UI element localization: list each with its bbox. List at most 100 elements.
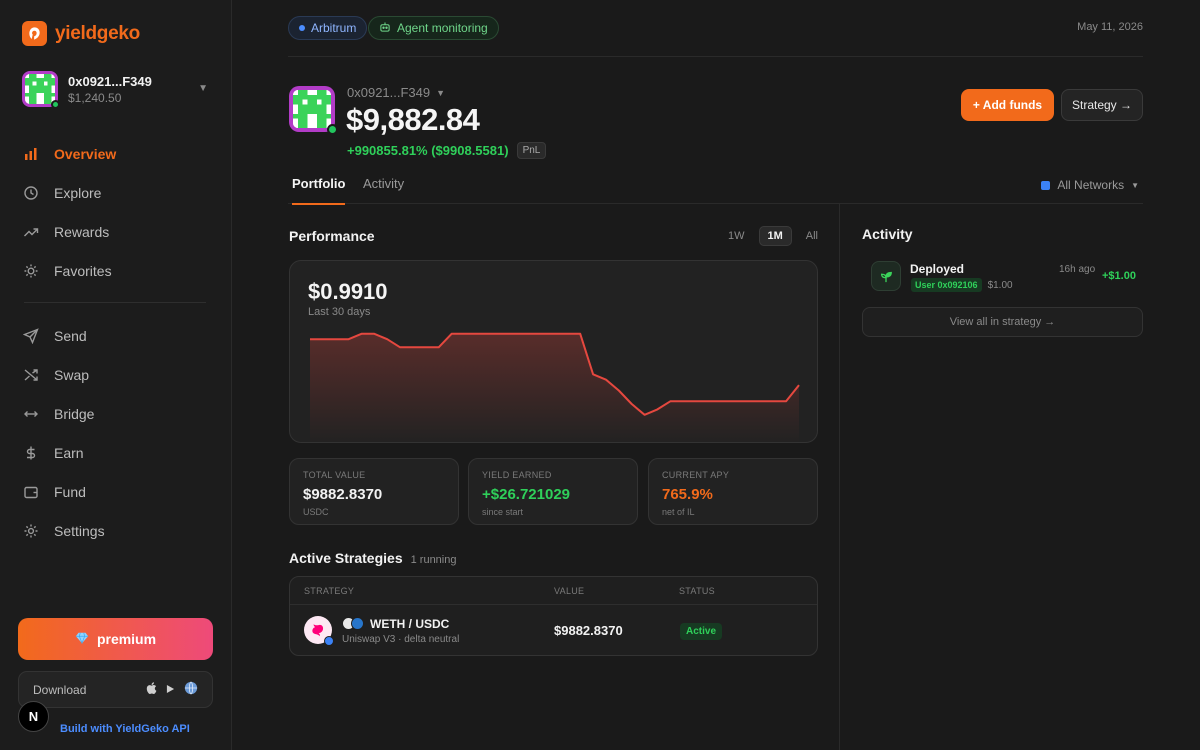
activity-title: Activity xyxy=(862,226,913,242)
chart-point xyxy=(590,371,596,377)
wallet-icon xyxy=(22,483,40,501)
premium-label: premium xyxy=(96,631,157,647)
nav-item-send[interactable]: Send xyxy=(22,316,212,355)
performance-chart: $0.9910 Last 30 days xyxy=(289,260,818,443)
brand-name: yieldgeko xyxy=(55,22,140,44)
dollar-icon xyxy=(22,444,40,462)
chart-point xyxy=(757,398,763,404)
token-pair-icons xyxy=(342,617,364,630)
arbitrum-badge-icon xyxy=(324,636,334,646)
nav-item-bridge[interactable]: Bridge xyxy=(22,394,212,433)
nav-item-explore[interactable]: Explore xyxy=(22,173,212,212)
activity-amount: +$1.00 xyxy=(1102,270,1136,282)
chart-point xyxy=(706,398,712,404)
settings-icon xyxy=(22,522,40,540)
table-row[interactable]: WETH / USDC Uniswap V3 · delta neutral $… xyxy=(290,605,817,655)
network-label: Arbitrum xyxy=(311,21,357,35)
nav-item-rewards[interactable]: Rewards xyxy=(22,212,212,251)
tab-portfolio[interactable]: Portfolio xyxy=(292,176,346,205)
network-pill[interactable]: Arbitrum xyxy=(288,16,368,40)
gecko-logo-icon xyxy=(22,21,47,46)
strategies-table: STRATEGY VALUE STATUS WETH / USDC Uniswa… xyxy=(289,576,818,656)
download-panel[interactable]: Download xyxy=(18,671,213,708)
chart-point xyxy=(770,398,776,404)
nav-label: Send xyxy=(54,327,87,344)
chart-point xyxy=(513,331,519,337)
play-store-icon[interactable] xyxy=(166,683,175,697)
chart-point xyxy=(436,344,442,350)
next-badge[interactable]: N xyxy=(18,701,49,732)
range-selector: 1W 1M All xyxy=(720,226,826,246)
chart-point xyxy=(667,398,673,404)
nav-item-favorites[interactable]: Favorites xyxy=(22,251,212,290)
sidebar: yieldgeko 0x0921...F349 $1,240.50 ▼ Over… xyxy=(0,0,232,750)
usdc-icon xyxy=(351,617,364,630)
add-funds-button[interactable]: + Add funds xyxy=(961,89,1054,121)
chart-point xyxy=(346,336,352,342)
chart-point xyxy=(307,336,313,342)
agent-label: Agent monitoring xyxy=(397,21,488,35)
chart-point xyxy=(500,331,506,337)
active-strategies-title: Active Strategies xyxy=(289,550,403,566)
brand-logo[interactable]: yieldgeko xyxy=(22,21,140,46)
network-filter[interactable]: All Networks ▼ xyxy=(1041,178,1139,192)
view-all-button[interactable]: View all in strategy → xyxy=(862,307,1143,337)
nav-label: Earn xyxy=(54,444,84,461)
wallet-address: 0x0921...F349 xyxy=(68,73,152,89)
strategy-button[interactable]: Strategy → xyxy=(1061,89,1143,121)
column-header-value: VALUE xyxy=(554,586,585,596)
range-1w[interactable]: 1W xyxy=(720,226,753,246)
apple-icon[interactable] xyxy=(146,682,157,697)
chart-point xyxy=(616,388,622,394)
premium-button[interactable]: premium xyxy=(18,618,213,660)
stat-current-apy: CURRENT APY 765.9% net of IL xyxy=(648,458,818,525)
activity-user-row: User 0x092106 $1.00 xyxy=(911,278,1013,292)
hero-address: 0x0921...F349 xyxy=(347,85,431,100)
sprout-icon xyxy=(871,261,901,291)
nav-item-earn[interactable]: Earn xyxy=(22,433,212,472)
portfolio-avatar xyxy=(289,86,338,135)
nav-item-settings[interactable]: Settings xyxy=(22,511,212,550)
chart-point xyxy=(732,398,738,404)
chart-point xyxy=(603,377,609,383)
activity-label: Deployed xyxy=(910,262,965,276)
hero-address-selector[interactable]: 0x0921...F349 ▼ xyxy=(347,85,445,100)
top-divider xyxy=(288,56,1143,57)
stat-total-value: TOTAL VALUE $9882.8370 USDC xyxy=(289,458,459,525)
performance-title: Performance xyxy=(289,228,375,244)
chart-point xyxy=(796,382,802,388)
column-header-strategy: STRATEGY xyxy=(304,586,355,596)
column-header-status: STATUS xyxy=(679,586,715,596)
chart-point xyxy=(371,331,377,337)
range-1m[interactable]: 1M xyxy=(758,226,792,246)
column-divider xyxy=(839,204,840,750)
diamond-icon xyxy=(75,631,89,648)
range-all[interactable]: All xyxy=(798,226,826,246)
nav-item-swap[interactable]: Swap xyxy=(22,355,212,394)
nav-item-overview[interactable]: Overview xyxy=(22,134,212,173)
chart-point xyxy=(461,331,467,337)
chart-point xyxy=(333,336,339,342)
nav-label: Overview xyxy=(54,145,117,162)
status-badge: Active xyxy=(680,623,723,640)
trending-up-icon xyxy=(22,223,40,241)
chart-point xyxy=(680,398,686,404)
tab-activity[interactable]: Activity xyxy=(363,176,404,203)
chart-point xyxy=(693,398,699,404)
chart-point xyxy=(552,331,558,337)
nav-item-fund[interactable]: Fund xyxy=(22,472,212,511)
send-icon xyxy=(22,327,40,345)
stat-label: TOTAL VALUE xyxy=(303,470,366,480)
clock-icon xyxy=(22,184,40,202)
wallet-selector[interactable]: 0x0921...F349 $1,240.50 ▼ xyxy=(22,71,212,109)
nav-primary: Overview Explore Rewards Favorites xyxy=(22,134,212,290)
robot-icon xyxy=(379,21,391,36)
chevron-down-icon[interactable]: ▼ xyxy=(198,83,208,94)
current-date: May 11, 2026 xyxy=(1077,21,1143,33)
portfolio-value: $9,882.84 xyxy=(346,102,480,137)
build-api-link[interactable]: Build with YieldGeko API xyxy=(60,723,190,735)
globe-icon[interactable] xyxy=(184,681,198,698)
stat-value: 765.9% xyxy=(662,486,713,503)
agent-monitoring-pill[interactable]: Agent monitoring xyxy=(368,16,499,40)
chart-point xyxy=(539,331,545,337)
